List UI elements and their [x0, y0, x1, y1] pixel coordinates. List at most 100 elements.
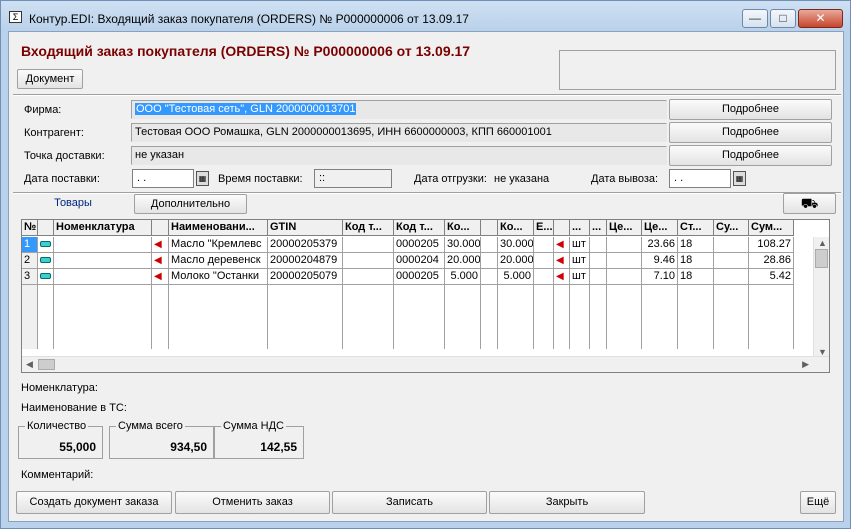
table-cell[interactable]	[534, 269, 554, 285]
table-cell[interactable]	[534, 237, 554, 253]
truck-icon[interactable]: ⛟	[783, 193, 836, 214]
close-button[interactable]: Закрыть	[489, 491, 645, 514]
table-cell[interactable]	[714, 269, 749, 285]
maximize-button[interactable]: □	[770, 9, 796, 28]
qty2-cell[interactable]: 5.000	[498, 269, 534, 285]
sum-cell[interactable]: 5.42	[749, 269, 794, 285]
column-header[interactable]: Сум...	[749, 220, 794, 236]
delivery-point-details-button[interactable]: Подробнее	[669, 145, 832, 166]
table-cell[interactable]	[607, 253, 642, 269]
qty1-cell[interactable]: 5.000	[445, 269, 481, 285]
column-header[interactable]	[38, 220, 54, 236]
create-order-button[interactable]: Создать документ заказа	[16, 491, 172, 514]
table-cell[interactable]	[343, 237, 394, 253]
row-status-cell[interactable]	[38, 253, 54, 269]
table-cell[interactable]	[590, 253, 607, 269]
name-cell[interactable]: Молоко "Останки	[169, 269, 268, 285]
unit-cell[interactable]: шт	[570, 253, 590, 269]
table-cell[interactable]	[481, 253, 498, 269]
horizontal-scrollbar[interactable]: ◀ ▶	[22, 356, 829, 372]
column-header[interactable]: Ко...	[498, 220, 534, 236]
scroll-up-icon[interactable]: ▲	[818, 238, 827, 248]
tab-goods[interactable]: Товары	[43, 194, 103, 214]
column-header[interactable]: Ст...	[678, 220, 714, 236]
gtin-cell[interactable]: 20000204879	[268, 253, 343, 269]
column-header[interactable]	[554, 220, 570, 236]
table-cell[interactable]	[343, 253, 394, 269]
close-window-button[interactable]: ✕	[798, 9, 843, 28]
link-cell[interactable]: ◀	[152, 237, 169, 253]
table-cell[interactable]	[343, 269, 394, 285]
qty2-cell[interactable]: 30.000	[498, 237, 534, 253]
table-cell[interactable]	[481, 237, 498, 253]
link-cell[interactable]: ◀	[554, 269, 570, 285]
delivery-time-input[interactable]: ::	[314, 169, 392, 188]
link-cell[interactable]: ◀	[152, 253, 169, 269]
vertical-scrollbar[interactable]: ▲ ▼	[813, 237, 829, 358]
row-number[interactable]: 2	[22, 253, 38, 269]
link-cell[interactable]: ◀	[152, 269, 169, 285]
qty1-cell[interactable]: 20.000	[445, 253, 481, 269]
delivery-date-input[interactable]: . .	[132, 169, 194, 188]
qty1-cell[interactable]: 30.000	[445, 237, 481, 253]
document-button[interactable]: Документ	[17, 69, 83, 89]
table-cell[interactable]	[607, 269, 642, 285]
sum-cell[interactable]: 108.27	[749, 237, 794, 253]
code2-cell[interactable]: 0000205	[394, 269, 445, 285]
column-header[interactable]: ...	[570, 220, 590, 236]
rate-cell[interactable]: 18	[678, 253, 714, 269]
table-cell[interactable]	[714, 253, 749, 269]
name-cell[interactable]: Масло "Кремлевс	[169, 237, 268, 253]
price-cell[interactable]: 23.66	[642, 237, 678, 253]
table-cell[interactable]	[534, 253, 554, 269]
row-status-cell[interactable]	[38, 269, 54, 285]
tab-additional[interactable]: Дополнительно	[134, 194, 247, 214]
calendar-icon[interactable]: ▦	[733, 171, 746, 186]
column-header[interactable]: №	[22, 220, 38, 236]
firm-field[interactable]: ООО "Тестовая сеть", GLN 2000000013701	[131, 100, 667, 119]
sum-cell[interactable]: 28.86	[749, 253, 794, 269]
column-header[interactable]: Су...	[714, 220, 749, 236]
column-header[interactable]: ...	[590, 220, 607, 236]
pickup-date-input[interactable]: . .	[669, 169, 731, 188]
link-cell[interactable]: ◀	[554, 237, 570, 253]
column-header[interactable]: Код т...	[394, 220, 445, 236]
column-header[interactable]	[152, 220, 169, 236]
minimize-button[interactable]: —	[742, 9, 768, 28]
rate-cell[interactable]: 18	[678, 237, 714, 253]
scroll-left-icon[interactable]: ◀	[26, 359, 33, 370]
nomenclature-cell[interactable]	[54, 253, 152, 269]
gtin-cell[interactable]: 20000205379	[268, 237, 343, 253]
contractor-details-button[interactable]: Подробнее	[669, 122, 832, 143]
scroll-right-icon[interactable]: ▶	[802, 359, 809, 370]
nomenclature-cell[interactable]	[54, 269, 152, 285]
table-cell[interactable]	[590, 269, 607, 285]
qty2-cell[interactable]: 20.000	[498, 253, 534, 269]
column-header[interactable]: Ко...	[445, 220, 481, 236]
row-status-cell[interactable]	[38, 237, 54, 253]
unit-cell[interactable]: шт	[570, 269, 590, 285]
column-header[interactable]: GTIN	[268, 220, 343, 236]
table-cell[interactable]	[607, 237, 642, 253]
save-button[interactable]: Записать	[332, 491, 487, 514]
cancel-order-button[interactable]: Отменить заказ	[175, 491, 330, 514]
link-cell[interactable]: ◀	[554, 253, 570, 269]
column-header[interactable]: Це...	[642, 220, 678, 236]
code2-cell[interactable]: 0000205	[394, 237, 445, 253]
calendar-icon[interactable]: ▦	[196, 171, 209, 186]
title-bar[interactable]: Σ Контур.EDI: Входящий заказ покупателя …	[1, 1, 850, 31]
nomenclature-cell[interactable]	[54, 237, 152, 253]
column-header[interactable]	[481, 220, 498, 236]
goods-table[interactable]: № Номенклатура Наименовани... GTIN Код т... К…	[21, 219, 830, 373]
scroll-thumb[interactable]	[815, 249, 828, 268]
gtin-cell[interactable]: 20000205079	[268, 269, 343, 285]
rate-cell[interactable]: 18	[678, 269, 714, 285]
code2-cell[interactable]: 0000204	[394, 253, 445, 269]
delivery-point-field[interactable]: не указан	[131, 146, 667, 165]
column-header[interactable]: Це...	[607, 220, 642, 236]
price-cell[interactable]: 7.10	[642, 269, 678, 285]
row-number[interactable]: 1	[22, 237, 38, 253]
column-header[interactable]: Наименовани...	[169, 220, 268, 236]
column-header[interactable]: Номенклатура	[54, 220, 152, 236]
scroll-thumb[interactable]	[38, 359, 55, 370]
